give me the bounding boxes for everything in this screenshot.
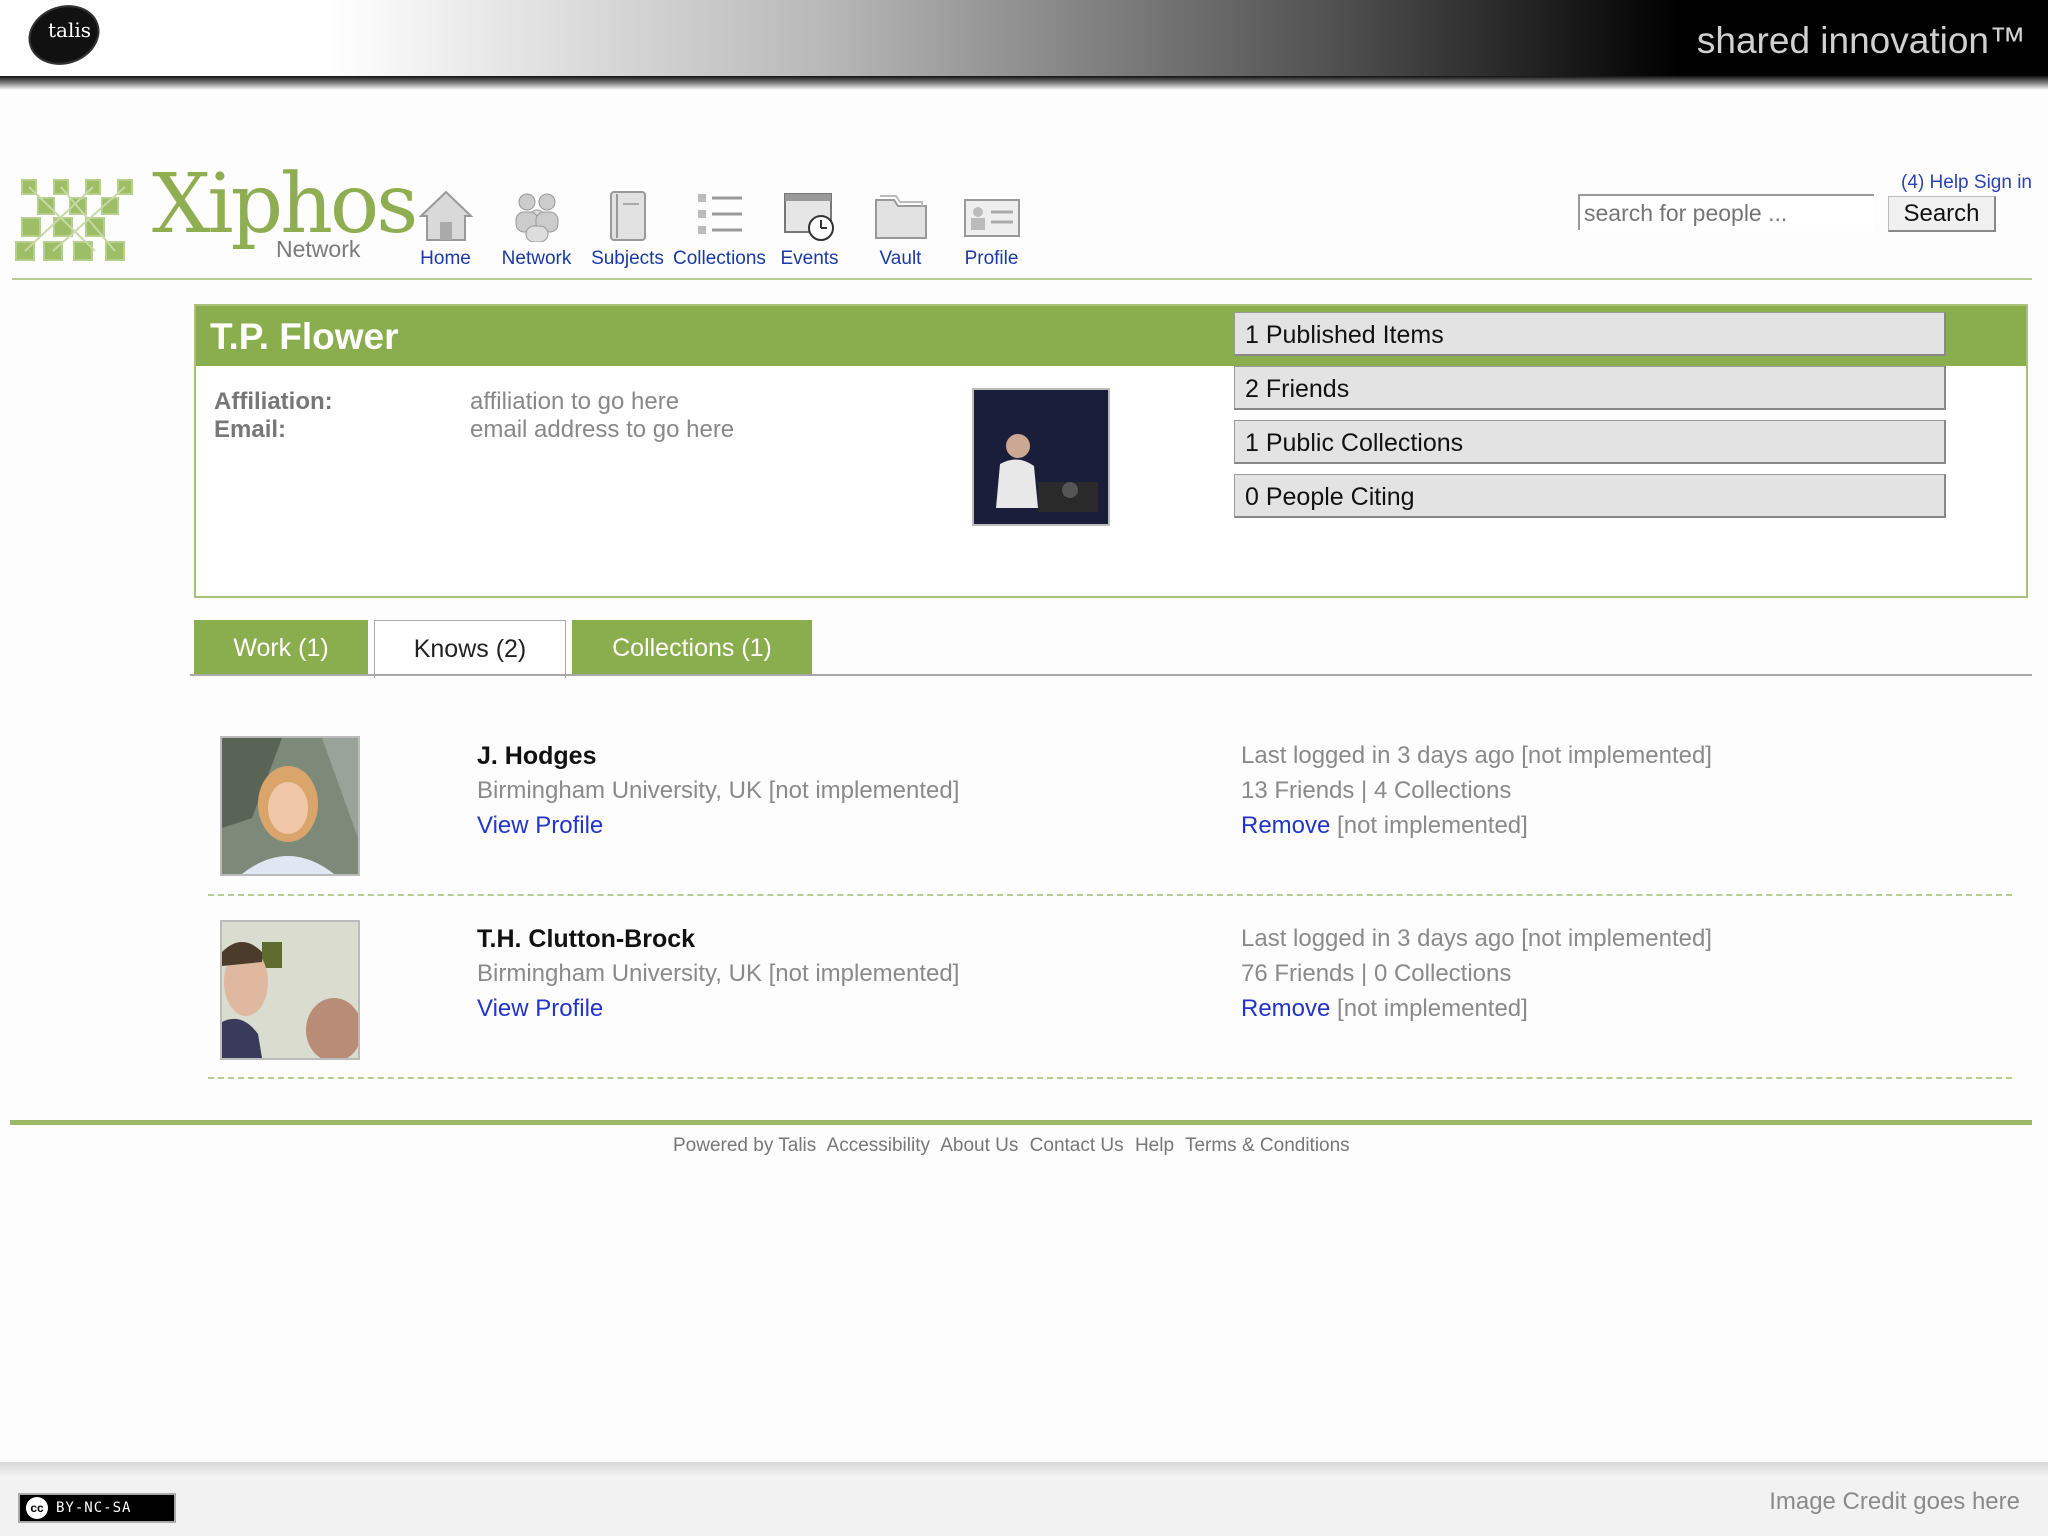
- network-icon: [515, 193, 558, 242]
- footer-link-contact-us[interactable]: Contact Us: [1030, 1135, 1124, 1156]
- stat-public-collections[interactable]: 1 Public Collections: [1234, 420, 1946, 464]
- friend-last-logged: Last logged in 3 days ago [not implement…: [1241, 742, 1712, 769]
- friend-remove-row: Remove [not implemented]: [1241, 995, 1528, 1023]
- nav-item-home[interactable]: Home: [400, 190, 491, 270]
- help-sign-in-links[interactable]: (4) Help Sign in: [1901, 172, 2032, 194]
- main-nav: Home Network Subjects Collections Events…: [400, 190, 1037, 270]
- collections-icon: [697, 194, 742, 234]
- footer-links: Powered by Talis Accessibility About Us …: [673, 1135, 1356, 1157]
- tab-work[interactable]: Work (1): [194, 620, 368, 676]
- nav-label: Collections: [673, 248, 766, 269]
- footer-divider: [10, 1120, 2032, 1125]
- stat-published-items[interactable]: 1 Published Items: [1234, 312, 1946, 356]
- image-credit: Image Credit goes here: [1769, 1488, 2020, 1515]
- footer-link-powered-by[interactable]: Powered by Talis: [673, 1135, 816, 1156]
- people-search-input[interactable]: [1578, 194, 1874, 230]
- nav-item-subjects[interactable]: Subjects: [582, 190, 673, 270]
- remove-link[interactable]: Remove: [1241, 995, 1330, 1022]
- email-label: Email:: [214, 416, 287, 443]
- view-profile-link[interactable]: View Profile: [477, 995, 603, 1023]
- nav-label: Home: [420, 248, 471, 269]
- friend-affiliation: Birmingham University, UK [not implement…: [477, 777, 960, 804]
- friend-last-logged: Last logged in 3 days ago [not implement…: [1241, 925, 1712, 952]
- banner-shadow: [0, 76, 2048, 90]
- friend-name: T.H. Clutton-Brock: [477, 925, 696, 953]
- slide-tagline: shared innovation™: [1696, 20, 2026, 61]
- slide-footer-band: [0, 1462, 2048, 1536]
- friend-affiliation: Birmingham University, UK [not implement…: [477, 960, 960, 987]
- friend-avatar[interactable]: [220, 736, 360, 876]
- footer-link-help[interactable]: Help: [1135, 1135, 1174, 1156]
- nav-label: Subjects: [591, 248, 664, 269]
- list-divider: [208, 1077, 2012, 1079]
- affiliation-value: affiliation to go here: [470, 388, 680, 415]
- nav-item-events[interactable]: Events: [764, 190, 855, 270]
- cc-icon: cc: [26, 1497, 48, 1519]
- stat-people-citing[interactable]: 0 People Citing: [1234, 474, 1946, 518]
- vault-icon: [874, 195, 927, 239]
- nav-item-vault[interactable]: Vault: [855, 190, 946, 270]
- email-value: email address to go here: [470, 416, 735, 443]
- friend-counts: 13 Friends | 4 Collections: [1241, 777, 1512, 804]
- nav-label: Network: [501, 248, 572, 269]
- remove-note: [not implemented]: [1337, 812, 1528, 839]
- profile-icon: [963, 199, 1020, 237]
- nav-label: Vault: [879, 248, 922, 269]
- search-button[interactable]: Search: [1888, 196, 1996, 232]
- friend-counts: 76 Friends | 0 Collections: [1241, 960, 1512, 987]
- tabs-divider: [190, 674, 2032, 676]
- friend-name: J. Hodges: [477, 742, 597, 770]
- cc-license-badge: cc BY-NC-SA: [18, 1493, 176, 1523]
- profile-card: T.P. Flower Affiliation: affiliation to …: [194, 304, 2028, 598]
- tab-collections[interactable]: Collections (1): [572, 620, 812, 676]
- nav-item-collections[interactable]: Collections: [673, 190, 766, 270]
- friend-remove-row: Remove [not implemented]: [1241, 812, 1528, 840]
- home-icon: [418, 190, 473, 241]
- stat-friends[interactable]: 2 Friends: [1234, 366, 1946, 410]
- tab-knows[interactable]: Knows (2): [374, 620, 566, 678]
- xiphos-logo-sub: Network: [276, 236, 361, 262]
- nav-label: Profile: [964, 248, 1019, 269]
- header-divider: [12, 278, 2032, 280]
- footer-link-terms[interactable]: Terms & Conditions: [1185, 1135, 1350, 1156]
- subjects-icon: [609, 191, 646, 241]
- talis-logo-text: talis: [48, 18, 92, 42]
- nav-item-profile[interactable]: Profile: [946, 190, 1037, 270]
- remove-note: [not implemented]: [1337, 995, 1528, 1022]
- friend-avatar[interactable]: [220, 920, 360, 1060]
- cc-license-text: BY-NC-SA: [56, 1500, 132, 1516]
- view-profile-link[interactable]: View Profile: [477, 812, 603, 840]
- footer-link-accessibility[interactable]: Accessibility: [827, 1135, 930, 1156]
- nav-label: Events: [780, 248, 839, 269]
- remove-link[interactable]: Remove: [1241, 812, 1330, 839]
- events-icon: [783, 193, 834, 241]
- nav-item-network[interactable]: Network: [491, 190, 582, 270]
- xiphos-logo-mark: [15, 179, 133, 261]
- list-divider: [208, 894, 2012, 896]
- affiliation-label: Affiliation:: [214, 388, 333, 415]
- footer-link-about-us[interactable]: About Us: [940, 1135, 1018, 1156]
- xiphos-logo-word[interactable]: Xiphos: [152, 164, 418, 246]
- profile-avatar: [972, 388, 1110, 526]
